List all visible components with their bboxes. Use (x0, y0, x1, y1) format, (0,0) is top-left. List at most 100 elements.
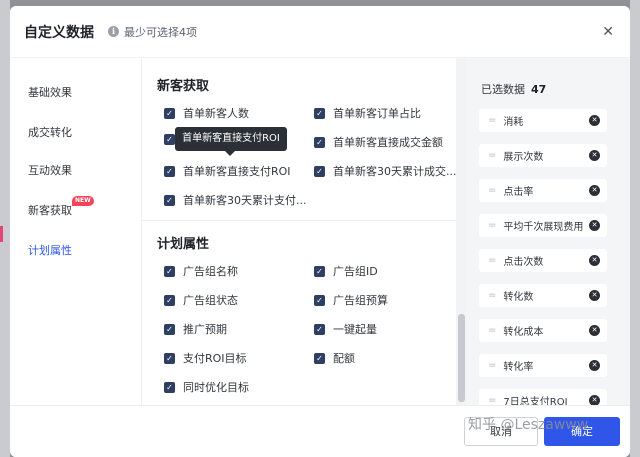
option-label: 同时优化目标 (183, 381, 249, 394)
option-checkbox[interactable]: ✓ 支付ROI目标 (164, 350, 247, 366)
remove-icon[interactable]: ✕ (589, 325, 600, 336)
option-checkbox[interactable]: ✓ 同时优化目标 (164, 379, 249, 395)
selected-chip[interactable]: = 平均千次展现费用 ✕ (479, 214, 607, 237)
selected-chip[interactable]: = 转化数 ✕ (479, 284, 607, 307)
check-icon: ✓ (164, 194, 175, 206)
sidebar-item-label: 计划属性 (28, 244, 72, 257)
drag-handle-icon[interactable]: = (488, 290, 496, 301)
chip-label: 展示次数 (503, 152, 544, 163)
sidebar-item-label: 成交转化 (28, 126, 72, 139)
remove-icon[interactable]: ✕ (589, 290, 600, 301)
check-icon: ✓ (314, 265, 325, 277)
selected-chip[interactable]: = 点击次数 ✕ (479, 249, 607, 272)
scrollbar-thumb[interactable] (458, 314, 465, 402)
option-label: 首单新客直接成交金额 (333, 136, 443, 149)
option-label: 广告组预算 (333, 294, 388, 307)
background-accent (0, 226, 3, 242)
drag-handle-icon[interactable]: = (488, 395, 496, 405)
chip-label: 转化成本 (503, 327, 544, 338)
remove-icon[interactable]: ✕ (589, 150, 600, 161)
check-icon: ✓ (164, 107, 175, 119)
remove-icon[interactable]: ✕ (589, 185, 600, 196)
chip-label: 7日总支付ROI (503, 397, 568, 405)
info-icon: i (108, 26, 119, 37)
option-checkbox[interactable]: ✓ 广告组状态 (164, 292, 238, 308)
option-checkbox[interactable]: ✓ 首单新客30天累计成交... (314, 163, 457, 179)
option-label: 广告组名称 (183, 265, 238, 278)
option-checkbox[interactable]: ✓ 首单新客直接成交金额 (314, 134, 443, 150)
section-title-plan-attributes: 计划属性 (157, 237, 210, 252)
modal-header: 自定义数据 i 最少可选择4项 ✕ (10, 6, 630, 58)
drag-handle-icon[interactable]: = (488, 115, 496, 126)
option-checkbox[interactable]: ✓ 广告组预算 (314, 292, 388, 308)
selected-chip[interactable]: = 消耗 ✕ (479, 109, 607, 132)
sidebar-item-new-customer[interactable]: 新客获取 NEW (28, 196, 94, 218)
drag-handle-icon[interactable]: = (488, 220, 496, 231)
check-icon: ✓ (164, 265, 175, 277)
check-icon: ✓ (164, 294, 175, 306)
drag-handle-icon[interactable]: = (488, 150, 496, 161)
option-label: 支付ROI目标 (183, 352, 247, 365)
option-tooltip: 首单新客直接支付ROI (175, 127, 287, 156)
option-checkbox[interactable]: ✓ 首单新客直接支付ROI (164, 163, 291, 179)
option-checkbox[interactable]: ✓ 一键起量 (314, 321, 377, 337)
option-label: 一键起量 (333, 323, 377, 336)
selected-chip[interactable]: = 转化率 ✕ (479, 354, 607, 377)
custom-data-modal: 自定义数据 i 最少可选择4项 ✕ 基础效果 成交转化 互动效果 新客获取 NEW… (10, 6, 630, 457)
section-divider (142, 220, 456, 221)
option-label: 首单新客人数 (183, 107, 249, 120)
chip-label: 点击次数 (503, 257, 544, 268)
selected-panel: 已选数据 47 = 消耗 ✕ = 展示次数 ✕ = 点击率 ✕ = 平均千次展现费用 ✕ = 点击次… (466, 58, 630, 405)
option-checkbox[interactable]: ✓ 首单新客30天累计支付... (164, 192, 307, 208)
chip-label: 点击率 (503, 187, 534, 198)
remove-icon[interactable]: ✕ (589, 360, 600, 371)
option-label: 推广预期 (183, 323, 227, 336)
chip-label: 转化率 (503, 362, 534, 373)
remove-icon[interactable]: ✕ (589, 220, 600, 231)
selected-title: 已选数据 47 (481, 81, 546, 97)
drag-handle-icon[interactable]: = (488, 255, 496, 266)
option-label: 首单新客30天累计支付... (183, 194, 307, 207)
option-label: 首单新客订单占比 (333, 107, 421, 120)
selected-chip[interactable]: = 点击率 ✕ (479, 179, 607, 202)
chip-label: 转化数 (503, 292, 534, 303)
option-checkbox[interactable]: ✓ 首单新客订单占比 (314, 105, 421, 121)
remove-icon[interactable]: ✕ (589, 115, 600, 126)
remove-icon[interactable]: ✕ (589, 255, 600, 266)
option-checkbox[interactable]: ✓ 首单新客人数 (164, 105, 249, 121)
option-checkbox[interactable]: ✓ 广告组ID (314, 263, 378, 279)
check-icon: ✓ (164, 323, 175, 335)
section-title-new-customer: 新客获取 (157, 79, 210, 94)
sidebar-item-plan-attributes[interactable]: 计划属性 (28, 242, 72, 258)
sidebar-item-label: 新客获取 (28, 204, 72, 217)
remove-icon[interactable]: ✕ (589, 395, 600, 405)
option-checkbox[interactable]: ✓ 推广预期 (164, 321, 227, 337)
options-scrollbar[interactable] (456, 58, 466, 405)
sidebar-item-interaction[interactable]: 互动效果 (28, 162, 72, 178)
check-icon: ✓ (164, 165, 175, 177)
check-icon: ✓ (164, 381, 175, 393)
option-checkbox[interactable]: ✓ 配额 (314, 350, 355, 366)
selected-chip[interactable]: = 转化成本 ✕ (479, 319, 607, 342)
drag-handle-icon[interactable]: = (488, 360, 496, 371)
check-icon: ✓ (314, 165, 325, 177)
options-panel: 新客获取 ✓ 首单新客人数 ✓ 首单新客订单占比 ✓ ✓ 首单新客直接成交金额 ✓ 首单… (141, 58, 466, 405)
drag-handle-icon[interactable]: = (488, 185, 496, 196)
close-icon[interactable]: ✕ (602, 24, 614, 40)
check-icon: ✓ (314, 136, 325, 148)
check-icon: ✓ (314, 294, 325, 306)
background-right (630, 0, 640, 457)
selected-chip[interactable]: = 展示次数 ✕ (479, 144, 607, 167)
option-checkbox[interactable]: ✓ 广告组名称 (164, 263, 238, 279)
selected-chip[interactable]: = 7日总支付ROI ✕ (479, 389, 607, 405)
selected-title-label: 已选数据 (481, 83, 525, 96)
option-label: 广告组ID (333, 265, 378, 278)
drag-handle-icon[interactable]: = (488, 325, 496, 336)
new-badge: NEW (72, 196, 94, 206)
sidebar-item-basic[interactable]: 基础效果 (28, 84, 72, 100)
check-icon: ✓ (314, 352, 325, 364)
check-icon: ✓ (314, 323, 325, 335)
sidebar-item-conversion[interactable]: 成交转化 (28, 124, 72, 140)
chip-label: 消耗 (503, 117, 524, 128)
chip-label: 平均千次展现费用 (503, 222, 584, 233)
